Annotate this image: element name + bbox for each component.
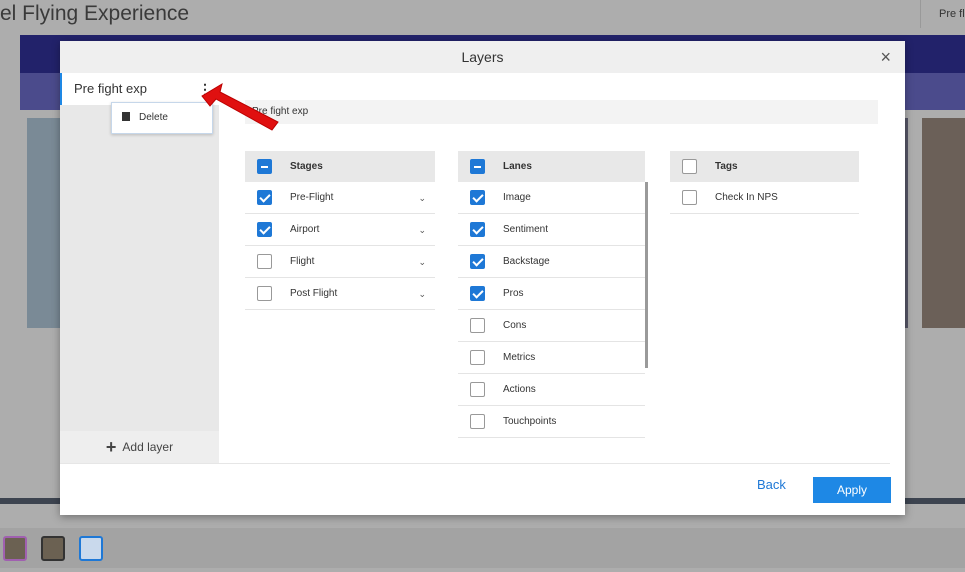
select-all-lanes-checkbox[interactable] [470,159,485,174]
bottom-toolbar [0,528,965,568]
chevron-down-icon[interactable]: ⌄ [418,182,426,214]
lanes-column: Lanes Image Sentiment Backstage Pros Cons Met… [458,151,645,438]
tag-checkbox[interactable] [682,190,697,205]
lane-checkbox[interactable] [470,190,485,205]
lane-checkbox[interactable] [470,286,485,301]
menu-item-delete[interactable]: Delete [122,103,212,133]
row-label: Cons [503,320,527,331]
breadcrumb: Pre fight exp [245,100,878,124]
row-label: Pre-Flight [290,192,334,203]
lane-row[interactable]: Backstage [458,246,645,278]
lane-row[interactable]: Touchpoints [458,406,645,438]
row-label: Sentiment [503,224,549,235]
lane-checkbox[interactable] [470,414,485,429]
row-label: Backstage [503,256,550,267]
stage-checkbox[interactable] [257,254,272,269]
background-image [922,118,965,328]
tags-header-label: Tags [715,161,738,172]
background-image [27,118,60,328]
row-label: Airport [290,224,320,235]
persona-thumbnail[interactable] [41,536,65,561]
lane-row[interactable]: Pros [458,278,645,310]
dialog-header: Layers × [60,41,905,73]
stage-row[interactable]: Airport ⌄ [245,214,435,246]
layers-dialog: Layers × Pre fight exp ⋮ + Add layer Dele… [60,41,905,515]
background-image [905,118,908,328]
select-all-stages-checkbox[interactable] [257,159,272,174]
add-layer-button[interactable]: + Add layer [60,431,219,463]
chevron-down-icon[interactable]: ⌄ [418,214,426,246]
stages-header: Stages [245,151,435,182]
row-label: Check In NPS [715,192,778,203]
select-all-tags-checkbox[interactable] [682,159,697,174]
page-title: el Flying Experience [0,2,190,25]
tag-row[interactable]: Check In NPS [670,182,859,214]
layer-context-menu: Delete [111,102,213,134]
lanes-scrollbar[interactable] [645,182,648,368]
row-label: Touchpoints [503,416,557,427]
persona-thumbnail[interactable] [3,536,27,561]
chevron-down-icon[interactable]: ⌄ [418,246,426,278]
lane-row[interactable]: Cons [458,310,645,342]
apply-button[interactable]: Apply [813,477,891,503]
dialog-title: Layers [461,49,504,65]
add-persona-icon[interactable] [79,536,103,561]
lane-checkbox[interactable] [470,254,485,269]
back-button[interactable]: Back [757,477,786,492]
stages-header-label: Stages [290,161,323,172]
layer-label: Pre fight exp [74,81,147,96]
red-arrow-annotation [201,82,279,131]
lane-row[interactable]: Actions [458,374,645,406]
tags-column: Tags Check In NPS [670,151,859,214]
row-label: Flight [290,256,315,267]
stage-row[interactable]: Flight ⌄ [245,246,435,278]
tags-header: Tags [670,151,859,182]
lane-checkbox[interactable] [470,350,485,365]
stage-checkbox[interactable] [257,222,272,237]
lanes-header-label: Lanes [503,161,532,172]
delete-label: Delete [139,112,168,123]
add-layer-label: Add layer [122,440,174,454]
chevron-down-icon[interactable]: ⌄ [418,278,426,310]
row-label: Post Flight [290,288,338,299]
lane-row[interactable]: Metrics [458,342,645,374]
trash-icon [122,112,130,121]
close-icon[interactable]: × [880,41,891,73]
stage-row[interactable]: Pre-Flight ⌄ [245,182,435,214]
stage-row[interactable]: Post Flight ⌄ [245,278,435,310]
lane-checkbox[interactable] [470,318,485,333]
stage-checkbox[interactable] [257,190,272,205]
plus-icon: + [105,437,117,457]
row-label: Metrics [503,352,536,363]
stage-checkbox[interactable] [257,286,272,301]
lane-row[interactable]: Image [458,182,645,214]
row-label: Actions [503,384,536,395]
stages-column: Stages Pre-Flight ⌄ Airport ⌄ Flight ⌄ Post Fl… [245,151,435,310]
lane-checkbox[interactable] [470,382,485,397]
layer-item[interactable]: Pre fight exp ⋮ [60,73,219,105]
top-right-tab[interactable]: Pre fli [920,0,965,28]
lane-checkbox[interactable] [470,222,485,237]
lanes-header: Lanes [458,151,645,182]
footer-divider [60,463,890,464]
lane-row[interactable]: Sentiment [458,214,645,246]
row-label: Pros [503,288,524,299]
row-label: Image [503,192,531,203]
